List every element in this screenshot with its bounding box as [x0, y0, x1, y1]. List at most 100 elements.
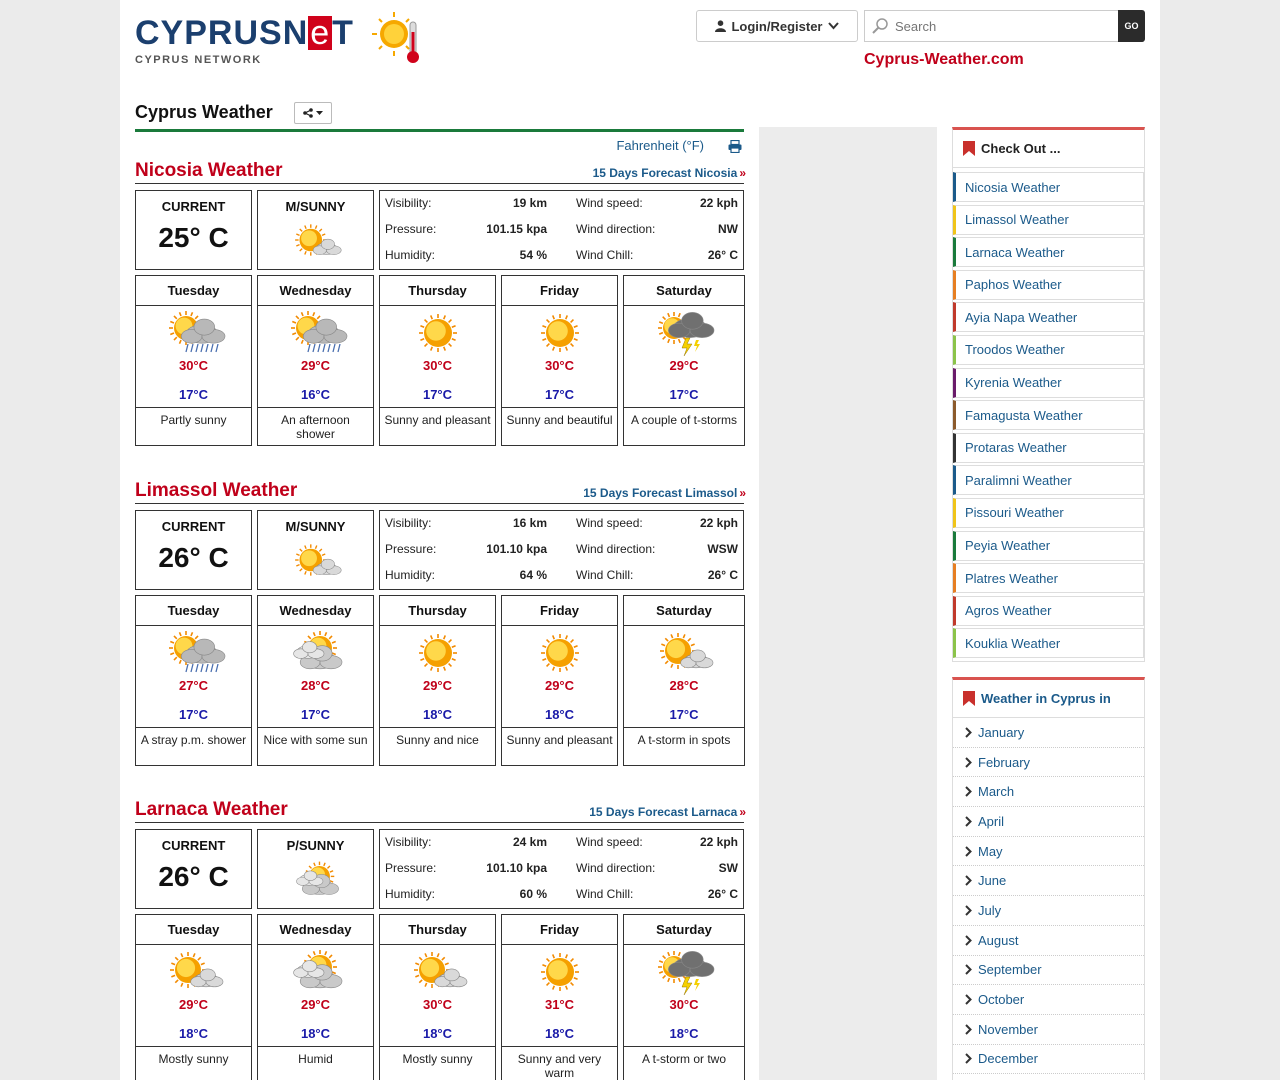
checkout-header: Check Out ... [953, 130, 1144, 168]
weather-details-box: Visibility: 19 km Wind speed: 22 kph Pre… [379, 190, 744, 270]
detail-key: Wind speed: [576, 516, 643, 530]
detail-key: Pressure: [385, 222, 437, 236]
high-temp: 28°C [300, 678, 331, 693]
month-item[interactable]: February [953, 748, 1144, 778]
current-temp-box: CURRENT 26° C [135, 829, 252, 909]
share-button[interactable] [294, 102, 332, 124]
forecast-15-days-link[interactable]: 15 Days Forecast Nicosia» [593, 166, 746, 180]
day-description: An afternoon shower [281, 413, 350, 441]
month-item[interactable]: October [953, 985, 1144, 1015]
month-item[interactable]: January [953, 718, 1144, 748]
chevron-right-icon [965, 845, 972, 857]
current-condition-box: P/SUNNY [257, 829, 374, 909]
checkout-item[interactable]: Troodos Weather [953, 334, 1144, 365]
detail-value: WSW [707, 542, 738, 556]
detail-value: 101.10 kpa [486, 542, 547, 556]
forecast-day: Wednesday 29°C 16°C An afternoon shower [257, 275, 374, 446]
checkout-item[interactable]: Nicosia Weather [953, 172, 1144, 202]
weather-details-box: Visibility: 24 km Wind speed: 22 kph Pre… [379, 829, 744, 909]
city-title[interactable]: Limassol Weather [135, 480, 297, 502]
month-label: March [978, 784, 1015, 800]
day-name: Saturday [624, 915, 744, 945]
current-label: CURRENT [161, 519, 226, 534]
forecast-day: Wednesday 29°C 18°C Humid [257, 914, 374, 1080]
day-description: A t-storm or two [641, 1052, 727, 1066]
login-register-button[interactable]: Login/Register [696, 10, 858, 42]
search-go-button[interactable]: GO [1118, 10, 1145, 42]
month-item[interactable]: April [953, 807, 1144, 837]
detail-value: 19 km [512, 196, 547, 210]
page-title: Cyprus Weather [135, 102, 273, 122]
month-item[interactable]: November [953, 1015, 1144, 1045]
month-label: December [978, 1051, 1038, 1067]
month-item[interactable]: March [953, 777, 1144, 808]
detail-key: Humidity: [385, 248, 436, 262]
city-title[interactable]: Larnaca Weather [135, 799, 288, 821]
high-temp: 29°C [300, 358, 331, 373]
search-icon [872, 18, 888, 34]
month-item[interactable]: May [953, 837, 1144, 867]
month-item[interactable]: July [953, 896, 1144, 926]
checkout-item[interactable]: Ayia Napa Weather [953, 302, 1144, 333]
high-temp: 30°C [669, 997, 699, 1012]
cyprus-weather-link[interactable]: Cyprus-Weather.com [864, 51, 1024, 69]
page-title-row: Cyprus Weather [135, 100, 744, 132]
sunny-icon [418, 314, 457, 352]
checkout-item[interactable]: Limassol Weather [953, 204, 1144, 235]
high-temp: 29°C [422, 678, 453, 693]
day-forecast: 29°C 17°C [624, 308, 744, 408]
forecast-day: Tuesday 27°C 17°C A stray p.m. shower [135, 595, 252, 766]
checkout-item[interactable]: Platres Weather [953, 563, 1144, 594]
search-input[interactable] [895, 18, 1095, 34]
high-temp: 29°C [669, 358, 699, 373]
month-item[interactable]: December [953, 1045, 1144, 1075]
forecast-15-days-link[interactable]: 15 Days Forecast Larnaca» [589, 805, 746, 819]
details-row: Humidity: 60 % Wind Chill: 26° C [380, 887, 743, 903]
current-temp: 25° C [158, 222, 229, 253]
detail-value: 22 kph [699, 516, 738, 530]
checkout-item[interactable]: Kouklia Weather [953, 628, 1144, 659]
caret-down-icon [316, 110, 323, 115]
mostly-sunny-icon [169, 952, 223, 988]
checkout-item[interactable]: Protaras Weather [953, 432, 1144, 463]
forecast-15-days-link[interactable]: 15 Days Forecast Limassol» [583, 486, 746, 500]
forecast-day: Saturday 29°C 17°C A couple of t-storms [623, 275, 745, 446]
high-temp: 29°C [300, 997, 331, 1012]
checkout-item[interactable]: Paralimni Weather [953, 465, 1144, 496]
checkout-item[interactable]: Agros Weather [953, 595, 1144, 626]
detail-value: 26° C [707, 248, 738, 262]
chevron-right-icon [965, 994, 972, 1005]
month-label: May [978, 843, 1003, 859]
low-temp: 18°C [422, 707, 453, 722]
checkout-item[interactable]: Larnaca Weather [953, 237, 1144, 268]
month-item[interactable]: September [953, 956, 1144, 986]
partly-sunny-showers-icon [290, 311, 347, 353]
partly-cloudy-icon [292, 950, 342, 989]
details-row: Pressure: 101.10 kpa Wind direction: SW [380, 861, 743, 877]
city-title[interactable]: Nicosia Weather [135, 160, 282, 182]
month-label: April [978, 813, 1005, 829]
checkout-item[interactable]: Pissouri Weather [953, 497, 1144, 528]
day-description: Mostly sunny [158, 1052, 229, 1066]
months-list: January February March April May June July Augu… [953, 718, 1144, 1075]
day-description: Sunny and very warm [517, 1052, 602, 1080]
low-temp: 18°C [544, 1026, 575, 1041]
month-item[interactable]: August [953, 926, 1144, 956]
month-label: August [978, 932, 1019, 948]
checkout-item[interactable]: Paphos Weather [953, 269, 1144, 300]
detail-value: 54 % [519, 248, 547, 262]
fahrenheit-toggle[interactable]: Fahrenheit (°F) [616, 138, 704, 153]
day-name: Tuesday [136, 596, 251, 626]
print-icon[interactable] [728, 140, 742, 153]
low-temp: 18°C [544, 707, 575, 722]
day-description: Nice with some sun [263, 733, 368, 747]
checkout-item[interactable]: Famagusta Weather [953, 400, 1144, 431]
detail-value: 101.15 kpa [486, 222, 547, 236]
day-description: Sunny and beautiful [506, 413, 613, 427]
high-temp: 29°C [178, 997, 209, 1012]
checkout-item[interactable]: Kyrenia Weather [953, 367, 1144, 398]
detail-value: 26° C [707, 568, 738, 582]
checkout-item[interactable]: Peyia Weather [953, 530, 1144, 561]
month-item[interactable]: June [953, 866, 1144, 897]
forecast-day: Friday 30°C 17°C Sunny and beautiful [501, 275, 618, 446]
